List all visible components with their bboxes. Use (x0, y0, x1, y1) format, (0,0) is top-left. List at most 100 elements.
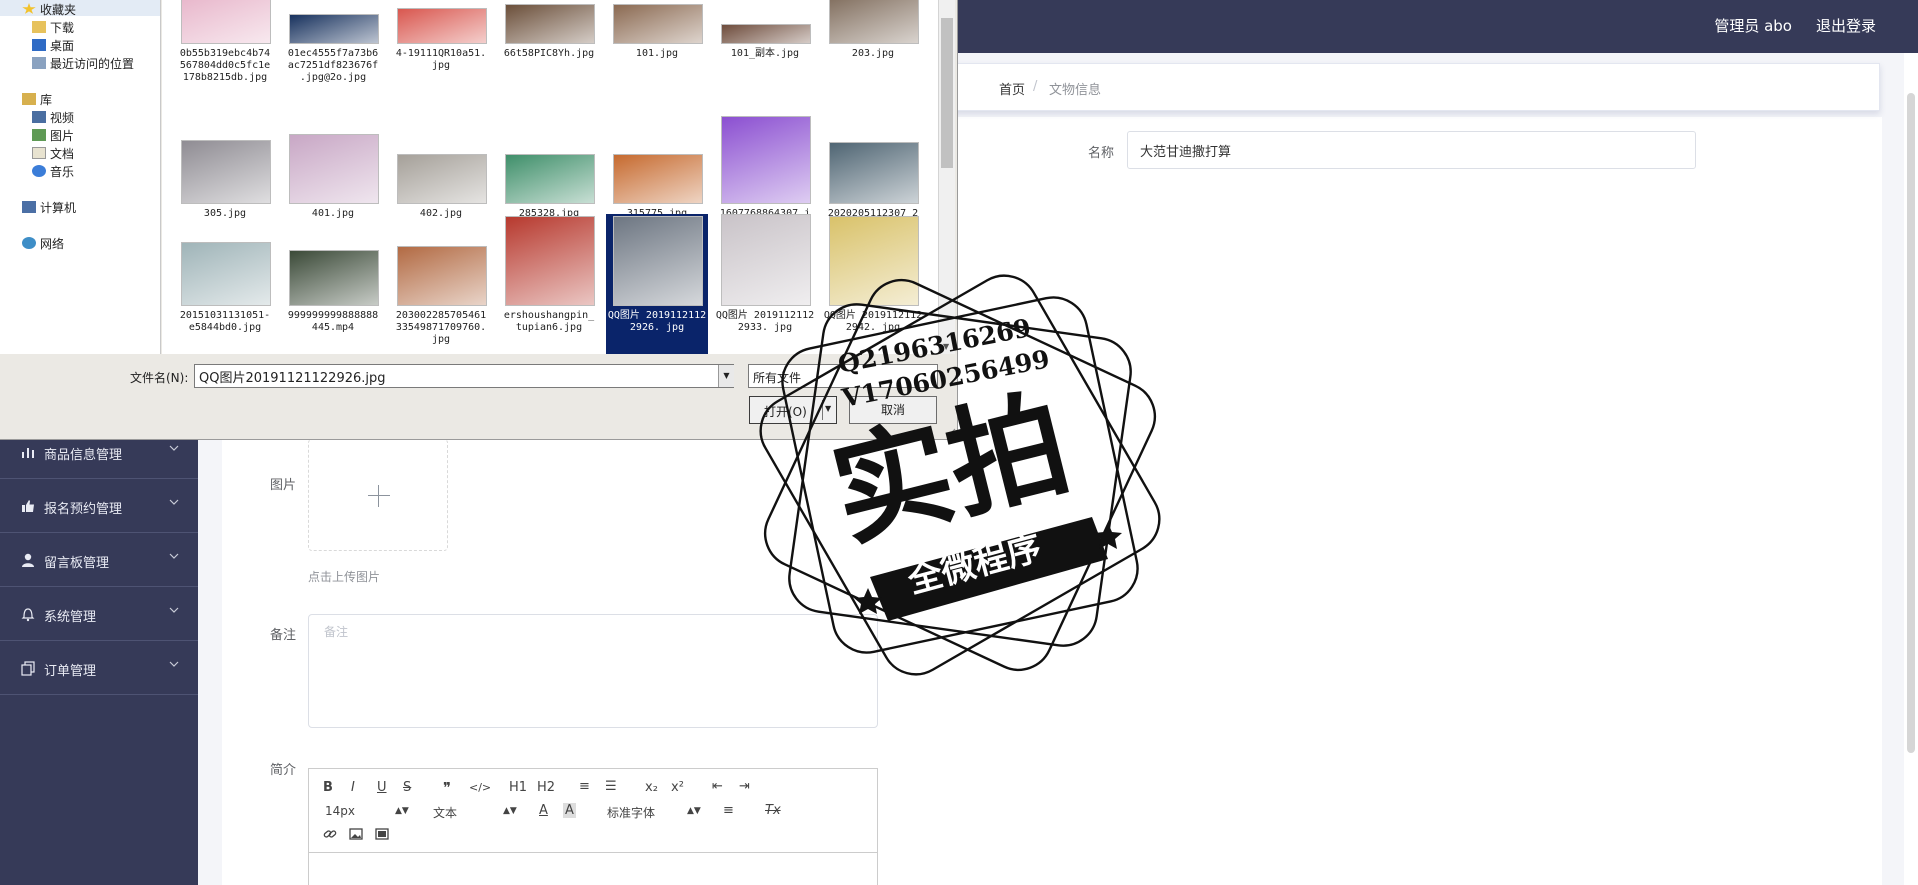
file-name: 999999999888888 445.mp4 (287, 310, 379, 333)
breadcrumb-current: 文物信息 (1049, 83, 1102, 98)
file-tile[interactable]: 01ec4555f7a73b6 ac7251df823676f .jpg@2o.… (282, 0, 384, 94)
file-thumbnail (181, 140, 271, 204)
outdent-button[interactable]: ⇤ (712, 779, 723, 794)
file-tile[interactable]: ershoushangpin_ tupian6.jpg (498, 214, 600, 354)
file-tile[interactable]: 101.jpg (606, 0, 708, 94)
underline-button[interactable]: U (377, 780, 387, 795)
file-thumbnail (613, 216, 703, 306)
image-uploader[interactable] (308, 439, 448, 551)
breadcrumb-separator: / (1033, 79, 1038, 94)
file-tile[interactable]: QQ图片 20191121122942. jpg (822, 214, 924, 354)
file-list-scrollbar-thumb[interactable] (941, 18, 953, 168)
file-thumbnail (613, 154, 703, 204)
file-thumbnail (505, 4, 595, 44)
page-scrollbar-thumb[interactable] (1907, 93, 1915, 753)
video-icon[interactable] (375, 827, 389, 841)
nav-label: 最近访问的位置 (50, 57, 135, 71)
nav-computer[interactable]: 计算机 (22, 199, 76, 216)
superscript-button[interactable]: x² (671, 780, 684, 795)
file-tile[interactable]: 66t58PIC8Yh.jpg (498, 0, 600, 94)
strike-button[interactable]: S (403, 780, 411, 795)
italic-button[interactable]: I (351, 780, 355, 795)
file-name: 0b55b319ebc4b74 567804dd0c5fc1e 178b8215… (179, 48, 271, 83)
filename-input[interactable] (194, 364, 734, 388)
resize-grip-icon[interactable] (944, 426, 956, 438)
file-thumbnail (289, 14, 379, 44)
header-2-button[interactable]: H2 (537, 780, 555, 795)
background-color-button[interactable]: A (563, 803, 576, 818)
nav-recent[interactable]: 最近访问的位置 (32, 55, 134, 72)
open-button[interactable]: 打开(O) ▼ (749, 396, 837, 424)
name-input[interactable] (1127, 131, 1696, 169)
select-arrow-icon: ▲▼ (395, 806, 409, 816)
file-list-scrollbar[interactable]: ▼ (938, 0, 955, 354)
nav-videos[interactable]: 视频 (32, 109, 74, 126)
file-tile[interactable]: 203002285705461 33549871709760. jpg (390, 214, 492, 354)
blockquote-button[interactable]: ❞ (443, 779, 451, 797)
clean-format-button[interactable]: Tx (765, 803, 781, 818)
video-library-icon (32, 111, 46, 123)
align-button[interactable]: ≡ (723, 803, 734, 818)
scroll-down-icon[interactable]: ▼ (943, 342, 949, 351)
file-tile[interactable]: QQ图片 20191121122933. jpg (714, 214, 816, 354)
select-arrow-icon: ▲▼ (687, 806, 701, 816)
file-tile[interactable]: 20151031131051- e5844bd0.jpg (174, 214, 276, 354)
file-name: 101.jpg (635, 48, 679, 59)
file-tile[interactable]: 4-19111QR10a51. jpg (390, 0, 492, 94)
ordered-list-button[interactable]: ≡ (579, 779, 590, 794)
bullet-list-button[interactable]: ☰ (605, 779, 617, 794)
file-thumbnail (181, 242, 271, 306)
nav-documents[interactable]: 文档 (32, 145, 74, 162)
nav-label: 音乐 (50, 165, 75, 179)
sidebar-item-label: 商品信息管理 (44, 448, 123, 463)
remark-input[interactable] (308, 614, 878, 728)
sidebar-item-orders[interactable]: 订单管理 (0, 641, 198, 695)
nav-favorites[interactable]: 收藏夹 (22, 1, 76, 18)
image-icon[interactable] (349, 827, 363, 841)
dialog-nav-pane: 收藏夹 下载 桌面 最近访问的位置 库 视频 图片 文档 音乐 计算机 网络 (0, 0, 161, 354)
nav-network[interactable]: 网络 (22, 235, 64, 252)
nav-pictures[interactable]: 图片 (32, 127, 74, 144)
file-tile[interactable]: 101_副本.jpg (714, 0, 816, 94)
file-thumbnail (613, 4, 703, 44)
indent-button[interactable]: ⇥ (739, 779, 750, 794)
code-block-button[interactable]: </> (469, 781, 491, 794)
nav-libraries[interactable]: 库 (22, 91, 52, 108)
open-dropdown-icon[interactable]: ▼ (825, 404, 831, 413)
font-family-value: 标准字体 (607, 806, 656, 820)
font-color-button[interactable]: A (539, 803, 548, 818)
font-size-select[interactable]: 14px ▲▼ (325, 804, 409, 818)
computer-icon (22, 201, 36, 213)
logout-link[interactable]: 退出登录 (1816, 15, 1876, 36)
bold-button[interactable]: B (323, 780, 333, 795)
chevron-down-icon (169, 445, 179, 451)
sidebar-item-booking[interactable]: 报名预约管理 (0, 479, 198, 533)
recent-places-icon (32, 57, 46, 69)
plus-icon-vertical (378, 485, 379, 507)
sidebar-item-messages[interactable]: 留言板管理 (0, 533, 198, 587)
file-tile[interactable]: 0b55b319ebc4b74 567804dd0c5fc1e 178b8215… (174, 0, 276, 94)
file-tile[interactable]: QQ图片 20191121122926. jpg (606, 214, 708, 354)
breadcrumb-home[interactable]: 首页 (999, 79, 1025, 98)
nav-downloads[interactable]: 下载 (32, 19, 74, 36)
nav-desktop[interactable]: 桌面 (32, 37, 74, 54)
link-icon[interactable] (323, 827, 337, 841)
nav-music[interactable]: 音乐 (32, 163, 74, 180)
file-thumbnail (505, 154, 595, 204)
cancel-button[interactable]: 取消 (849, 396, 937, 424)
sidebar-item-system[interactable]: 系统管理 (0, 587, 198, 641)
filename-dropdown-icon[interactable]: ▼ (718, 365, 734, 387)
header-select[interactable]: 文本 ▲▼ (433, 804, 517, 821)
font-family-select[interactable]: 标准字体 ▲▼ (607, 804, 701, 821)
file-type-select[interactable]: 所有文件 (748, 364, 938, 388)
header-1-button[interactable]: H1 (509, 780, 527, 795)
breadcrumb: 首页 / 文物信息 (948, 63, 1880, 111)
page-scrollbar[interactable] (1904, 53, 1918, 885)
file-thumbnail (721, 24, 811, 44)
file-tile[interactable]: 203.jpg (822, 0, 924, 94)
nav-label: 计算机 (40, 201, 77, 215)
file-thumbnail (721, 116, 811, 204)
file-tile[interactable]: 999999999888888 445.mp4 (282, 214, 384, 354)
file-thumbnail (289, 250, 379, 306)
subscript-button[interactable]: x₂ (645, 780, 658, 795)
